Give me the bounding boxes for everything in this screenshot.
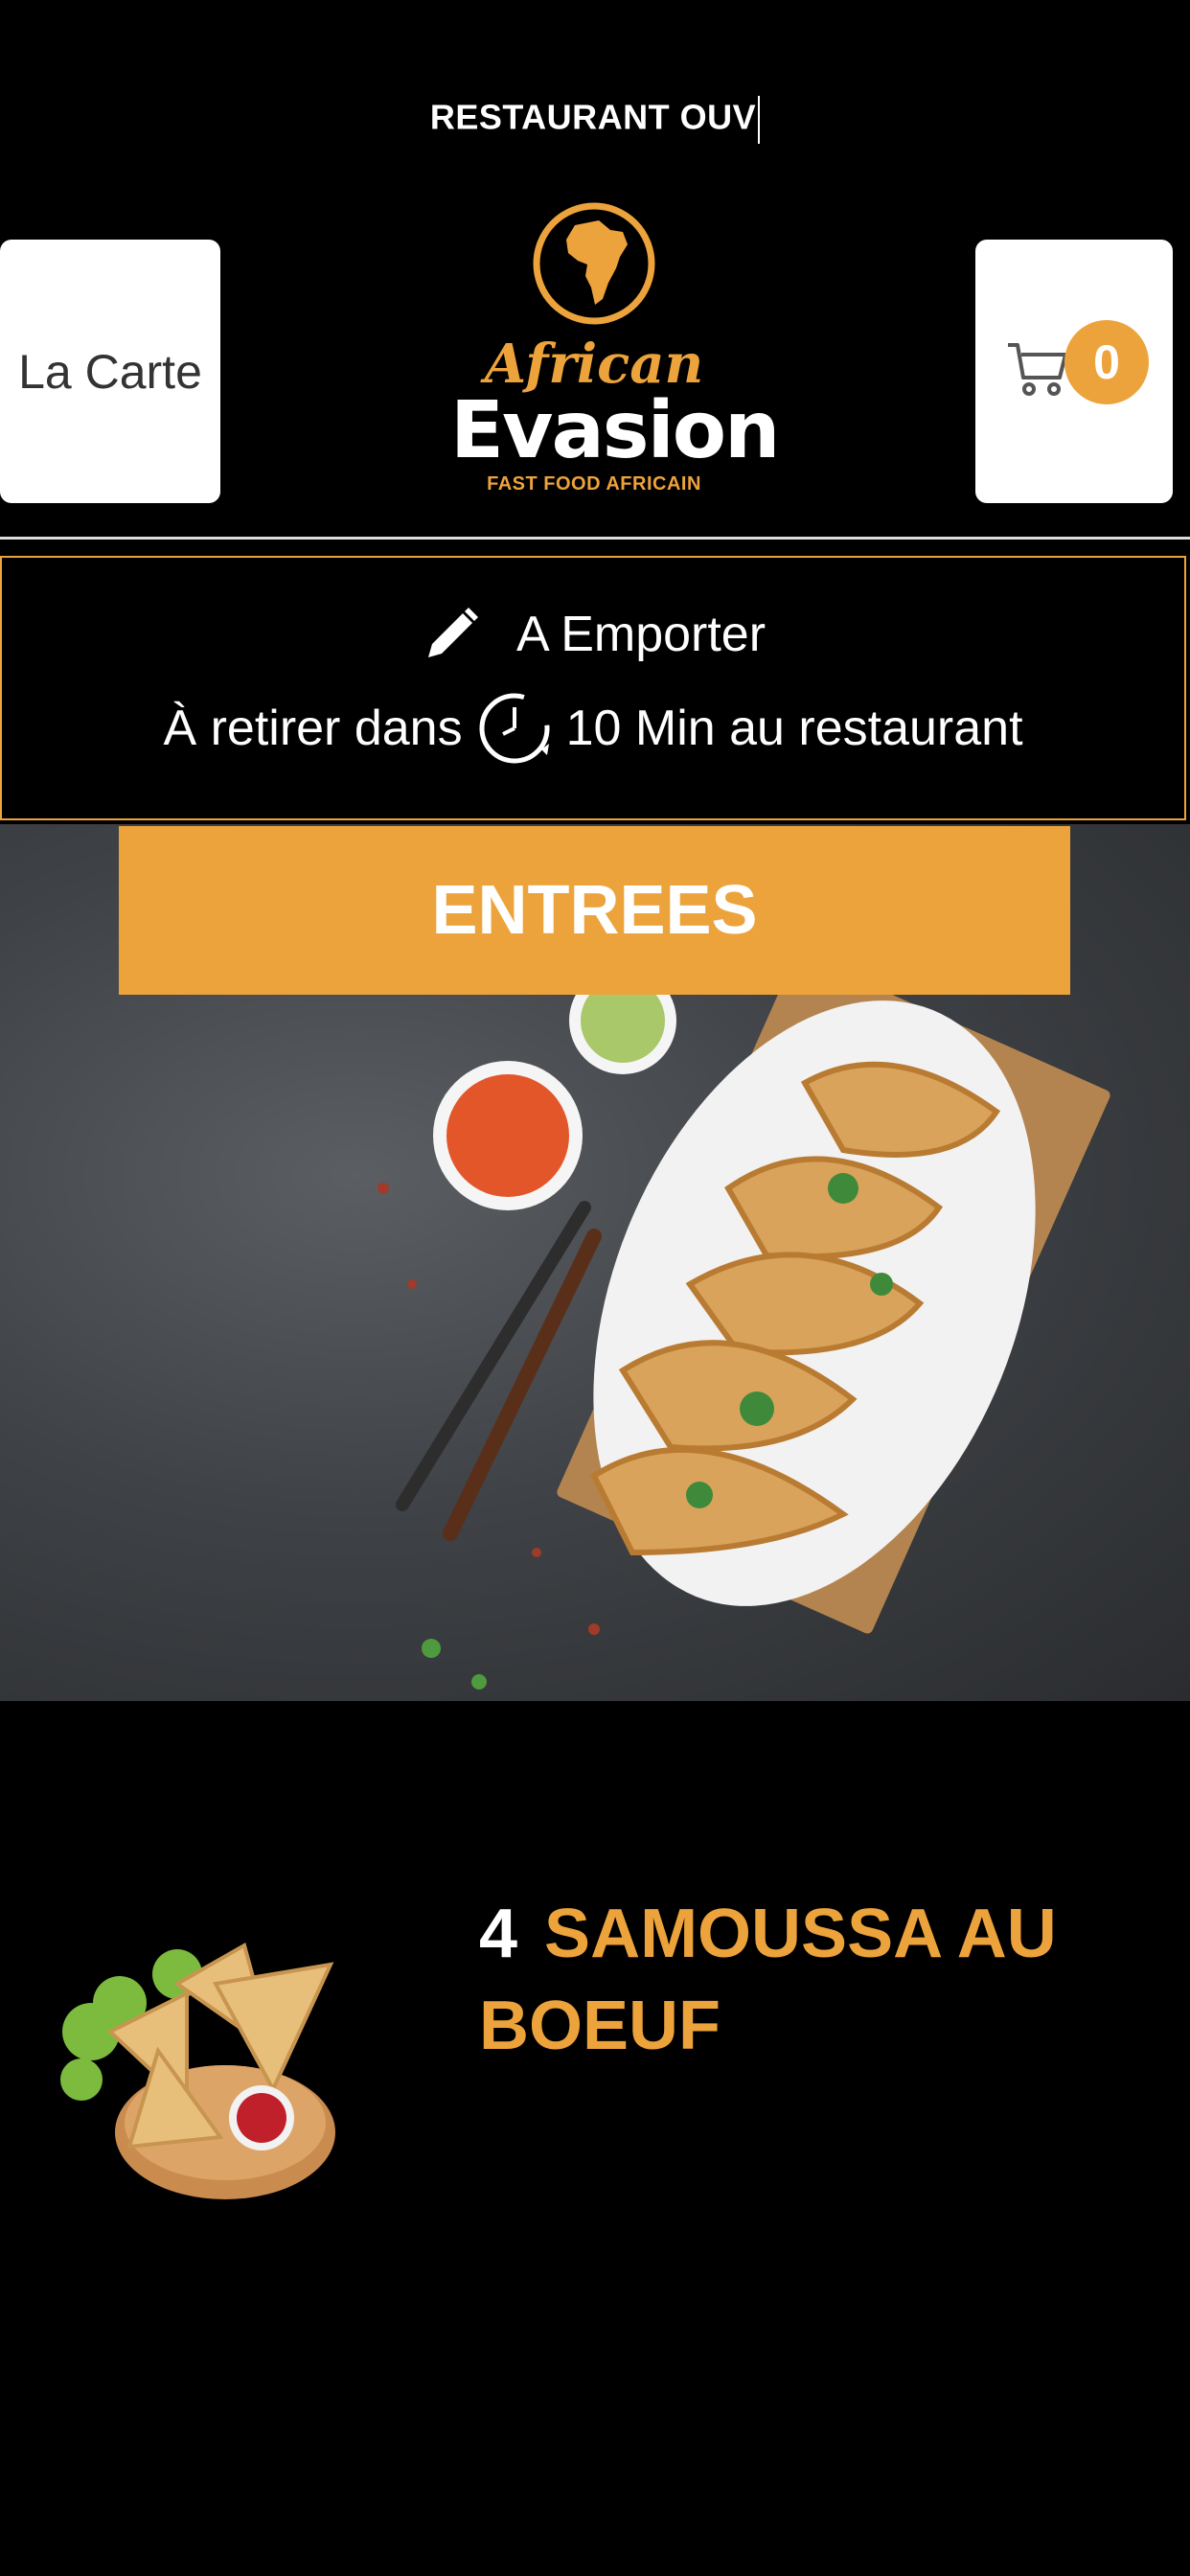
product-quantity: 4 [479,1896,518,1972]
product-title: 4 SAMOUSSA AU BOEUF [479,1888,1150,2072]
category-title[interactable]: ENTREES [119,826,1070,995]
pickup-time: 10 Min au restaurant [565,701,1023,756]
app-screen: RESTAURANT OUV La Carte African Evasion … [0,0,1190,2576]
cart-count-badge: 0 [1064,320,1149,404]
cart-icon [1008,343,1067,396]
la-carte-label: La Carte [18,344,202,399]
header-divider [0,537,1190,540]
order-mode-panel[interactable]: A Emporter À retirer dans 10 Min au rest… [0,556,1186,820]
product-name: SAMOUSSA AU BOEUF [479,1896,1057,2064]
product-item[interactable]: 4 SAMOUSSA AU BOEUF [0,1840,1190,2242]
brand-logo: African Evasion FAST FOOD AFRICAIN [450,192,780,532]
brand-line1: African [484,333,704,396]
pickup-prefix: À retirer dans [163,701,463,756]
order-mode-label: A Emporter [515,607,767,662]
restaurant-status-ticker: RESTAURANT OUV [0,96,1190,144]
brand-tagline: FAST FOOD AFRICAIN [487,473,701,494]
brand-line2: Evasion [450,385,780,476]
pencil-icon[interactable] [421,604,482,665]
la-carte-button[interactable]: La Carte [0,240,220,503]
status-text: RESTAURANT OUV [429,97,757,137]
text-caret [758,96,761,144]
cart-button[interactable]: 0 [975,240,1173,503]
clock-icon [479,693,550,764]
samoussa-photo [60,1942,335,2199]
africa-map-icon [533,202,655,325]
